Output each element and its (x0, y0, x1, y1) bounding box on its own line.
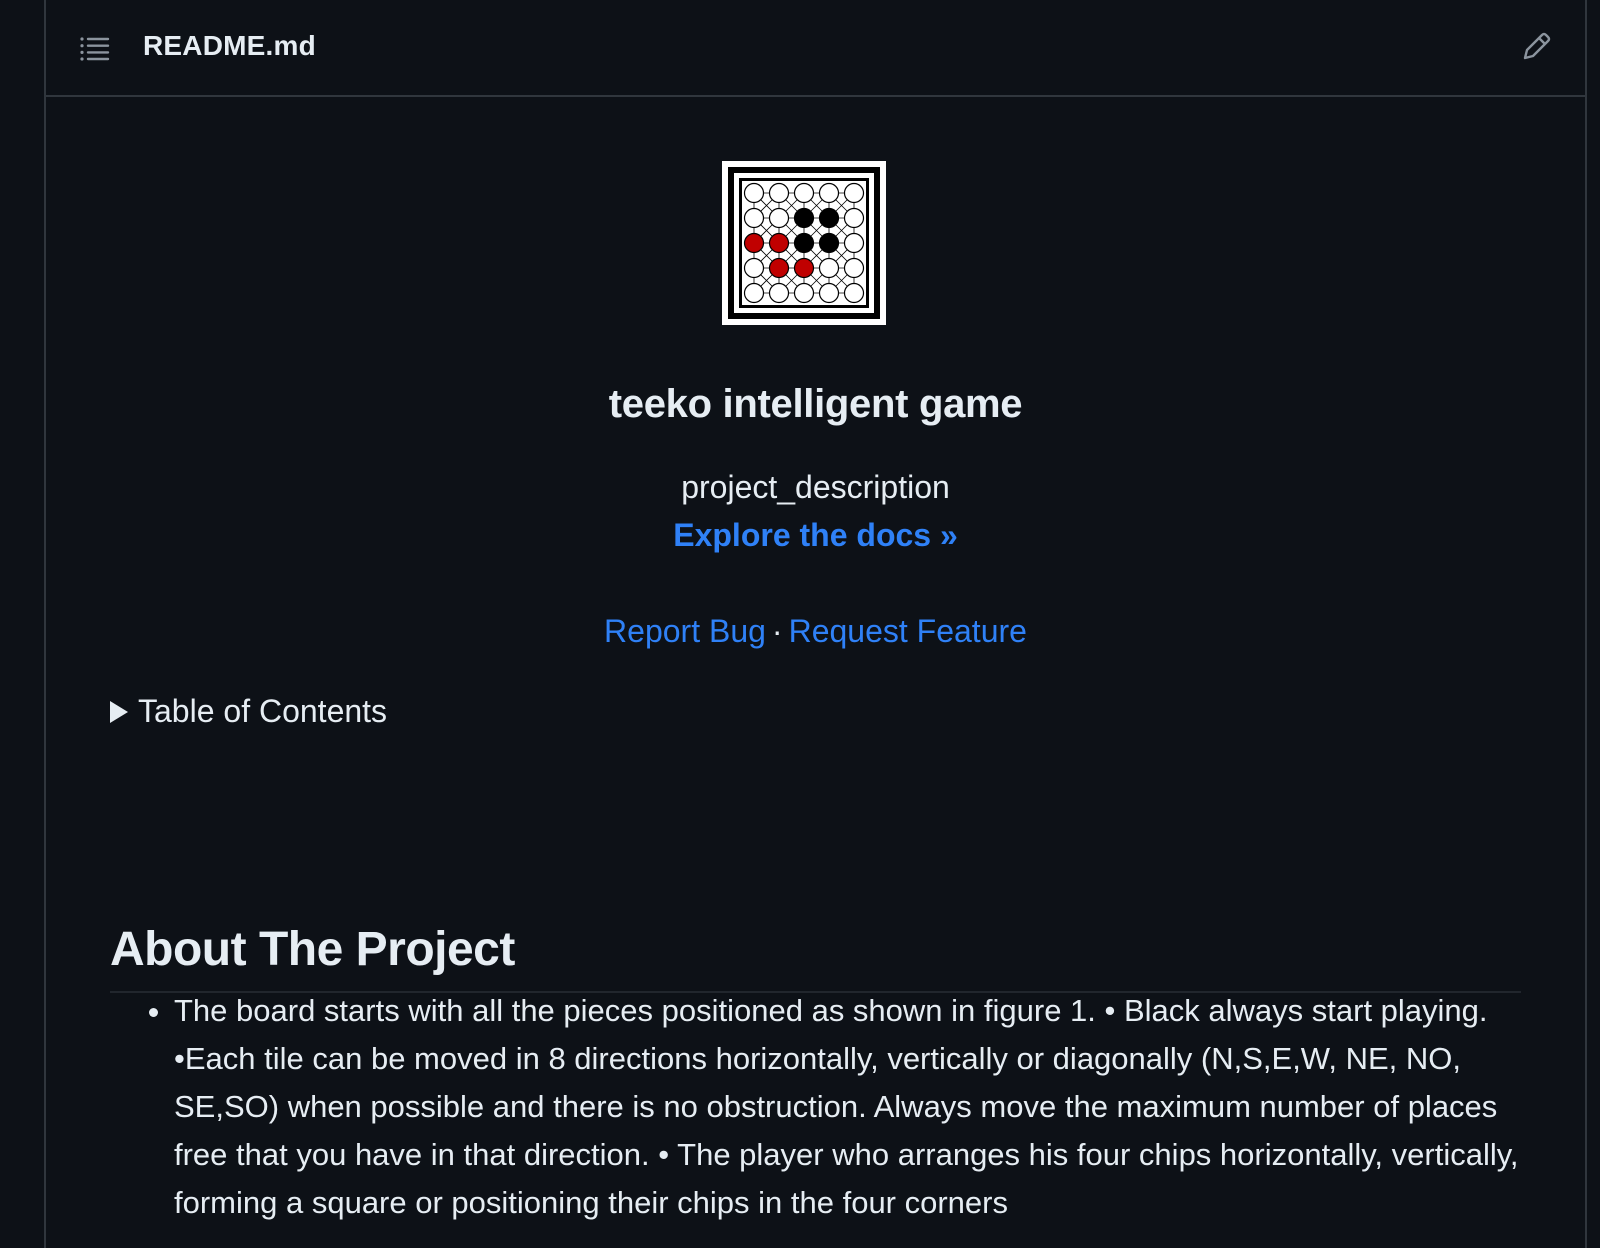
list-icon[interactable] (78, 33, 110, 65)
board-piece (818, 257, 840, 279)
board-piece (743, 257, 765, 279)
disclosure-triangle-icon (110, 700, 128, 723)
board-piece (843, 207, 865, 229)
board-piece (818, 207, 840, 229)
project-logo[interactable] (722, 161, 886, 325)
board-piece (768, 182, 790, 204)
board-piece (768, 257, 790, 279)
link-separator: · (771, 613, 783, 649)
file-name: README.md (143, 30, 316, 61)
list-item: The board starts with all the pieces pos… (174, 987, 1521, 1227)
board-piece (768, 207, 790, 229)
board-piece (843, 232, 865, 254)
project-description: project_description (681, 469, 950, 505)
teeko-board-image (722, 161, 886, 325)
request-feature-link[interactable]: Request Feature (789, 613, 1027, 649)
toc-label: Table of Contents (138, 693, 388, 729)
explore-docs-link[interactable]: Explore the docs » (46, 517, 1585, 554)
board-piece (743, 182, 765, 204)
board-piece (843, 257, 865, 279)
links-row: Report Bug · Request Feature (46, 613, 1585, 650)
about-heading: About The Project (110, 922, 1521, 993)
pencil-icon[interactable] (1519, 30, 1553, 64)
board-piece (793, 232, 815, 254)
board-piece (743, 282, 765, 304)
board-piece (818, 282, 840, 304)
report-bug-link[interactable]: Report Bug (604, 613, 766, 649)
board-piece (818, 182, 840, 204)
board-piece (793, 207, 815, 229)
board-piece (818, 232, 840, 254)
board-piece (793, 282, 815, 304)
board-piece (793, 257, 815, 279)
about-list: The board starts with all the pieces pos… (110, 987, 1521, 1227)
readme-panel: README.md teeko intelligent game project… (44, 0, 1587, 1248)
board-piece (768, 282, 790, 304)
file-header: README.md (46, 0, 1585, 97)
board-piece (743, 232, 765, 254)
board-piece (768, 232, 790, 254)
table-of-contents-toggle[interactable]: Table of Contents (110, 693, 387, 730)
project-title: teeko intelligent game (608, 382, 1023, 426)
board-piece (843, 182, 865, 204)
board-piece (793, 182, 815, 204)
board-piece (843, 282, 865, 304)
board-piece (743, 207, 765, 229)
